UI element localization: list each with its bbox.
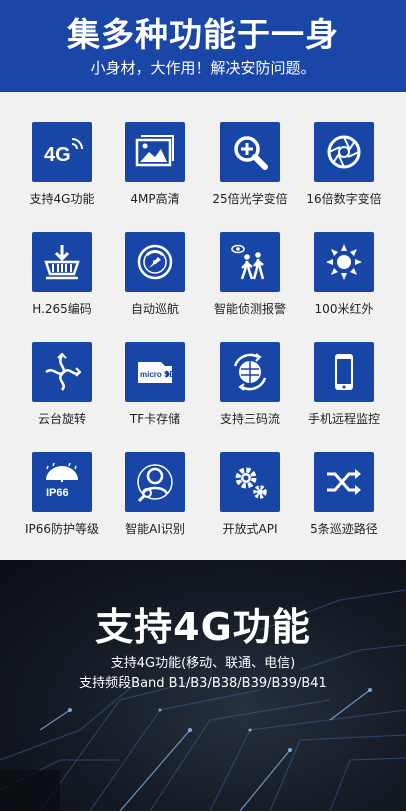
feature-h265: H.265编码 [12,232,112,317]
aperture-icon [314,122,374,182]
people-detection-icon [220,232,280,292]
carrier-support-text: 支持4G功能(移动、联通、电信) [110,656,296,671]
feature-label: H.265编码 [32,302,92,316]
smartphone-icon [314,342,374,402]
feature-auto-cruise: 自动巡航 [105,232,205,317]
header-banner: 集多种功能于一身 小身材，大作用！解决安防问题。 [0,0,406,92]
feature-label: 支持4G功能 [29,192,95,206]
infrared-sun-icon [314,232,374,292]
feature-ip66: IP66 IP66防护等级 [12,452,112,537]
feature-label: IP66防护等级 [24,522,100,536]
feature-100m-infrared: 100米红外 [294,232,394,317]
section-title: 支持4G功能 [95,605,311,649]
feature-label: 4MP高清 [130,192,180,206]
feature-open-api: 开放式API [200,452,300,537]
feature-label: 16倍数字变倍 [306,192,382,206]
feature-smart-alarm: 智能侦测报警 [200,232,300,317]
feature-label: TF卡存储 [129,412,181,426]
zoom-plus-icon [220,122,280,182]
cruise-radar-icon [125,232,185,292]
feature-5-patrol-paths: 5条巡迹路径 [294,452,394,537]
feature-label: 支持三码流 [219,412,280,426]
feature-label: 25倍光学变倍 [212,192,288,206]
feature-16x-zoom: 16倍数字变倍 [294,122,394,207]
feature-label: 云台旋转 [37,412,86,426]
feature-triple-stream: 支持三码流 [200,342,300,427]
4g-promo-section: 支持4G功能 支持4G功能(移动、联通、电信) 支持频段Band B1/B3/B… [0,560,406,811]
feature-label: 手机远程监控 [307,412,380,426]
4g-icon-text: 4G [44,144,71,166]
4g-signal-icon: 4G [32,122,92,182]
feature-ptz-rotation: 云台旋转 [12,342,112,427]
feature-label: 100米红外 [314,302,374,316]
feature-25x-zoom: 25倍光学变倍 [200,122,300,207]
picture-frame-icon [125,122,185,182]
feature-label: 5条巡迹路径 [310,522,378,536]
microsd-card-icon: micro SD [125,342,185,402]
feature-label: 智能侦测报警 [213,302,286,316]
ip66-icon-text: IP66 [46,487,69,499]
feature-grid: 4G 支持4G功能 4MP高清 25倍光学变倍 16倍数字变倍 H.265编码 … [0,92,406,560]
ptz-rotation-icon [32,342,92,402]
microsd-icon-text: micro SD [140,370,175,379]
feature-4mp: 4MP高清 [105,122,205,207]
feature-4g: 4G 支持4G功能 [12,122,112,207]
band-support-text: 支持频段Band B1/B3/B38/B39/B39/B41 [79,676,327,691]
face-scan-icon [125,452,185,512]
umbrella-ip66-icon: IP66 [32,452,92,512]
feature-ai-recognition: 智能AI识别 [105,452,205,537]
feature-label: 自动巡航 [130,302,179,316]
feature-label: 智能AI识别 [125,522,185,536]
feature-tf-card: micro SD TF卡存储 [105,342,205,427]
globe-stream-icon [220,342,280,402]
page-subtitle: 小身材，大作用！解决安防问题。 [90,59,316,77]
shuffle-icon [314,452,374,512]
feature-mobile-monitor: 手机远程监控 [294,342,394,427]
page-title: 集多种功能于一身 [67,15,339,54]
download-tray-icon [32,232,92,292]
gears-icon [220,452,280,512]
feature-label: 开放式API [222,522,278,536]
